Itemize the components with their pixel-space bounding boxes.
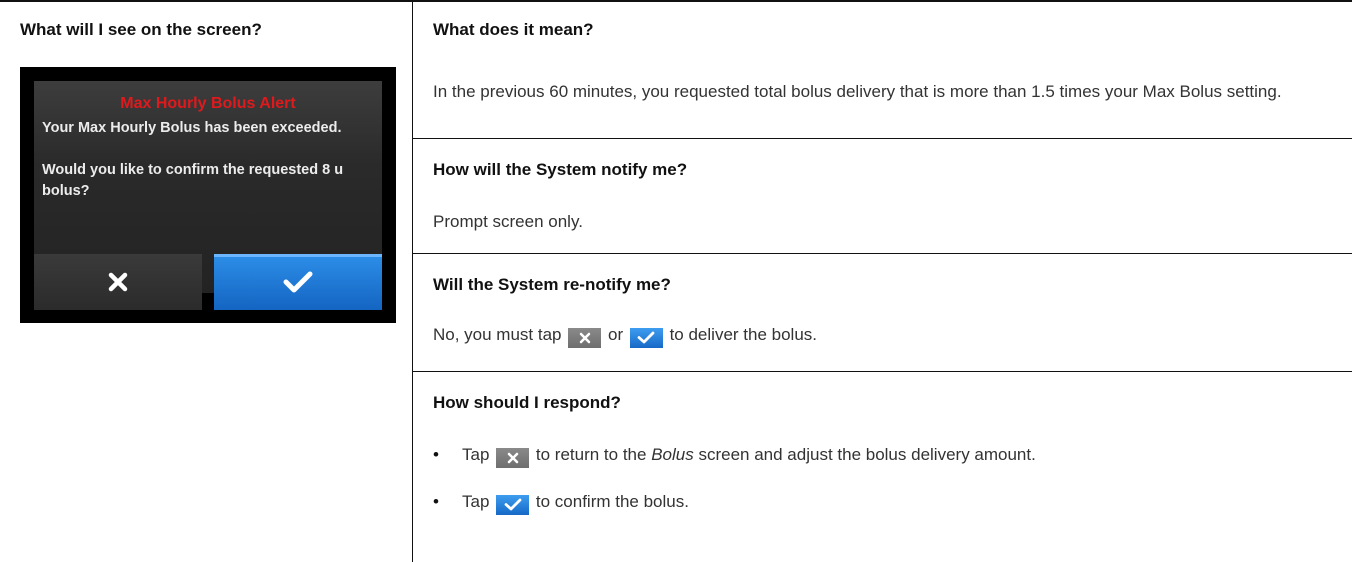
renotify-text-after: to deliver the bolus.: [669, 325, 817, 344]
table-top-border: [0, 0, 1352, 2]
check-icon: [283, 271, 313, 293]
notify-text: Prompt screen only.: [433, 212, 583, 231]
x-icon: [108, 272, 128, 292]
screen-column-heading: What will I see on the screen?: [20, 20, 262, 39]
x-icon: [568, 328, 602, 348]
alert-reference-table: What will I see on the screen? Max Hourl…: [0, 0, 1352, 562]
alert-title: Max Hourly Bolus Alert: [120, 95, 296, 112]
row-divider: [413, 138, 1352, 139]
alert-message-line-2: Would you like to confirm the requested …: [42, 162, 344, 199]
bullet-icon: •: [433, 445, 439, 464]
bullet-2-text: to confirm the bolus.: [535, 492, 689, 511]
bullet-icon: •: [433, 492, 439, 511]
alert-message-line-1: Your Max Hourly Bolus has been exceeded.: [42, 120, 342, 136]
confirm-button[interactable]: [214, 254, 382, 310]
renotify-text-or: or: [607, 325, 624, 344]
renotify-text-before: No, you must tap: [433, 325, 562, 344]
renotify-text: No, you must tap or to deliver the bolus…: [433, 325, 817, 348]
notify-heading: How will the System notify me?: [433, 160, 688, 179]
row-divider: [413, 371, 1352, 372]
bullet-1-tap: Tap: [462, 445, 490, 464]
pump-screen-image: Max Hourly Bolus Alert Your Max Hourly B…: [20, 67, 396, 323]
respond-heading: How should I respond?: [433, 393, 621, 412]
row-divider: [413, 253, 1352, 254]
bullet-2-tap: Tap: [462, 492, 490, 511]
bullet-1-text-b: screen and adjust the bolus delivery amo…: [698, 445, 1036, 464]
x-icon: [496, 448, 530, 468]
check-icon: [629, 327, 663, 348]
cancel-button[interactable]: [34, 254, 202, 310]
alert-message: Your Max Hourly Bolus has been exceeded.…: [42, 118, 382, 202]
meaning-heading: What does it mean?: [433, 20, 594, 39]
check-icon: [496, 494, 530, 515]
renotify-heading: Will the System re-notify me?: [433, 275, 671, 294]
bolus-screen-name: Bolus: [651, 445, 694, 464]
meaning-text: In the previous 60 minutes, you requeste…: [433, 82, 1282, 101]
column-divider: [412, 0, 413, 562]
bullet-1-text-a: to return to the: [535, 445, 647, 464]
